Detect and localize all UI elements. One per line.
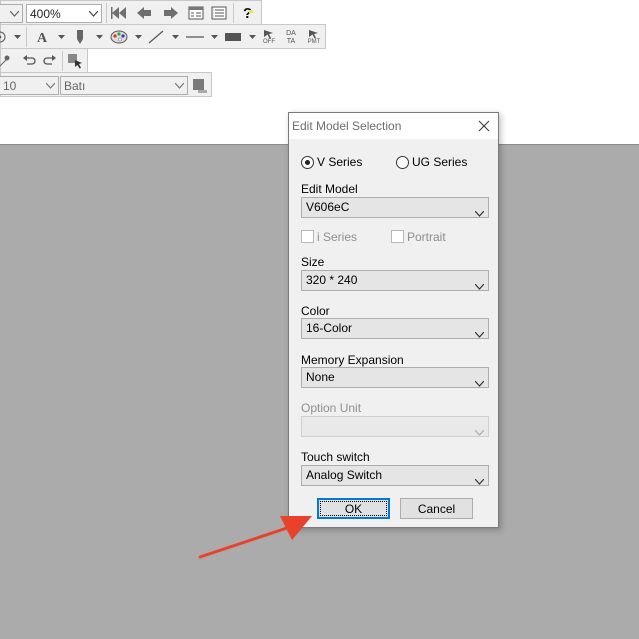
annotation-arrow-icon xyxy=(198,516,312,559)
